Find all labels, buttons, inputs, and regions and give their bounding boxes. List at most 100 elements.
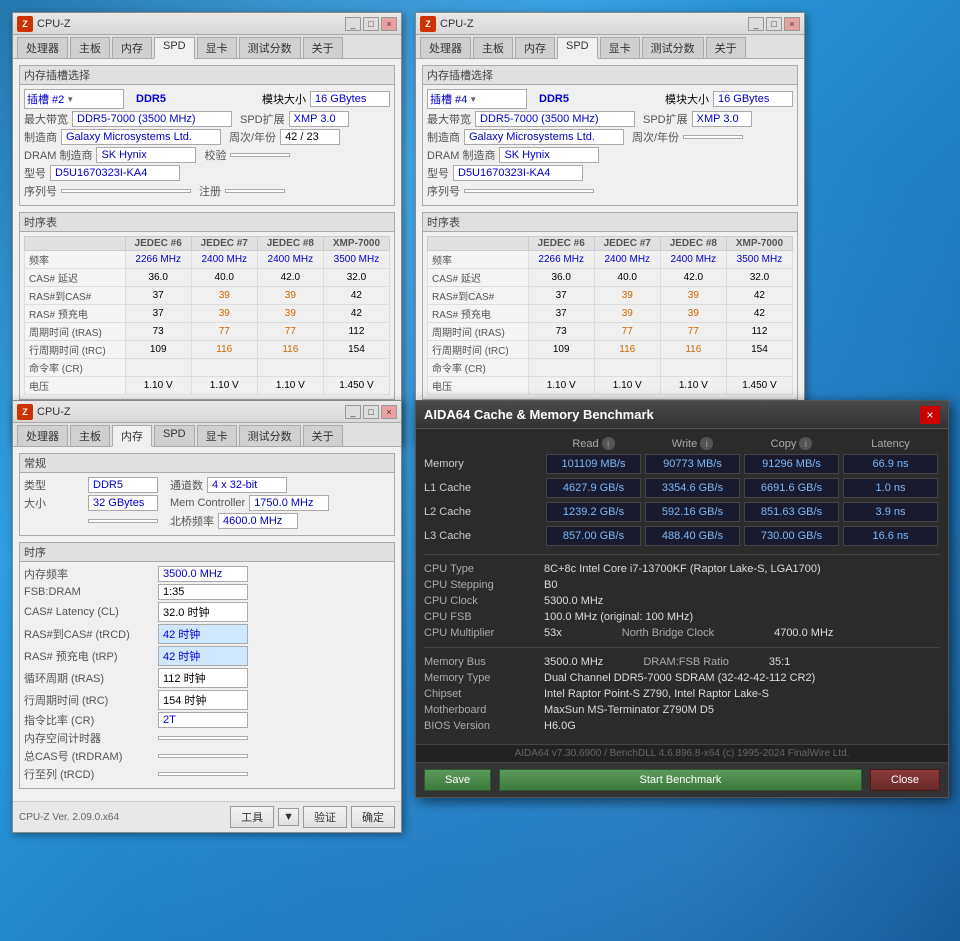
aida64-l1-read: 4627.9 GB/s <box>546 478 641 498</box>
aida64-close-btn[interactable]: Close <box>870 769 940 791</box>
cpuz1-model-row: 型号 D5U1670323I-KA4 <box>24 165 390 181</box>
aida64-l1-copy: 6691.6 GB/s <box>744 478 839 498</box>
cpuz2-slot-select[interactable]: 插槽 #4 ▼ <box>427 89 527 109</box>
cpuz1-slot-content: 插槽 #2 ▼ DDR5 模块大小 16 GBytes 最大带宽 DDR5-70… <box>20 85 394 205</box>
aida64-chipset-row: Chipset Intel Raptor Point-S Z790, Intel… <box>424 688 940 700</box>
aida64-titlebar[interactable]: AIDA64 Cache & Memory Benchmark × <box>416 401 948 429</box>
cpuz2-row-ras: 周期时间 (tRAS) 73 77 77 112 <box>428 323 793 341</box>
cpuz1-tab-gpu[interactable]: 显卡 <box>197 37 237 58</box>
cpuz2-tab-mainboard[interactable]: 主板 <box>473 37 513 58</box>
cpuz1-tab-spd[interactable]: SPD <box>154 37 195 59</box>
cpuz1-maximize[interactable]: □ <box>363 17 379 31</box>
write-info-icon[interactable]: i <box>700 437 713 450</box>
aida64-mobo-value: MaxSun MS-Terminator Z790M D5 <box>544 704 940 716</box>
cpuz2-slot-section: 内存插槽选择 插槽 #4 ▼ DDR5 模块大小 16 GBytes 最大带宽 … <box>422 65 798 206</box>
cpuz3-tab-spd[interactable]: SPD <box>154 425 195 446</box>
cpuz1-minimize[interactable]: _ <box>345 17 361 31</box>
cpuz2-maximize[interactable]: □ <box>766 17 782 31</box>
aida64-save-btn[interactable]: Save <box>424 769 491 791</box>
cpuz3-tools-btn[interactable]: 工具 <box>230 806 274 828</box>
cpuz3-ras-label: 循环周期 (tRAS) <box>24 670 154 686</box>
cpuz3-mfreq-value: 3500.0 MHz <box>158 566 248 582</box>
aida64-l2-label: L2 Cache <box>424 506 544 518</box>
read-info-icon[interactable]: i <box>602 437 615 450</box>
cpuz1-window-controls: _ □ × <box>345 17 397 31</box>
cpuz3-tab-about[interactable]: 关于 <box>303 425 343 446</box>
cpuz3-cr-label: 指令比率 (CR) <box>24 712 154 728</box>
cpuz2-tab-memory[interactable]: 内存 <box>515 37 555 58</box>
cpuz1-weeks-label: 周次/年份 <box>229 129 276 145</box>
cpuz2-tab-processor[interactable]: 处理器 <box>420 37 471 58</box>
cpuz1-tabs: 处理器 主板 内存 SPD 显卡 测试分数 关于 <box>13 35 401 59</box>
cpuz3-size-value: 32 GBytes <box>88 495 158 511</box>
aida64-memory-read: 101109 MB/s <box>546 454 641 474</box>
cpuz1-titlebar[interactable]: Z CPU-Z _ □ × <box>13 13 401 35</box>
cpuz3-mc-value: 1750.0 MHz <box>249 495 329 511</box>
aida64-title: AIDA64 Cache & Memory Benchmark <box>424 407 920 422</box>
cpuz3-northbridge-label: 北桥频率 <box>170 513 214 529</box>
cpuz1-tab-memory[interactable]: 内存 <box>112 37 152 58</box>
cpuz2-timing-title: 时序表 <box>423 213 797 232</box>
cpuz1-tab-bench[interactable]: 测试分数 <box>239 37 301 58</box>
cpuz3-titlebar[interactable]: Z CPU-Z _ □ × <box>13 401 401 423</box>
cpuz3-tab-bench[interactable]: 测试分数 <box>239 425 301 446</box>
aida64-window: AIDA64 Cache & Memory Benchmark × Read i… <box>415 400 949 798</box>
aida64-cpu-type-row: CPU Type 8C+8c Intel Core i7-13700KF (Ra… <box>424 563 940 575</box>
aida64-dram-ratio-label: DRAM:FSB Ratio <box>643 656 729 668</box>
aida64-cpu-mult-row: CPU Multiplier 53x North Bridge Clock 47… <box>424 627 940 639</box>
aida64-l3-latency-cell: 16.6 ns <box>843 526 938 546</box>
aida64-chipset-label: Chipset <box>424 688 544 700</box>
aida64-memory-latency: 66.9 ns <box>843 454 938 474</box>
cpuz1-tab-mainboard[interactable]: 主板 <box>70 37 110 58</box>
cpuz1-tab-processor[interactable]: 处理器 <box>17 37 68 58</box>
cpuz3-rcd-value: 42 时钟 <box>158 624 248 644</box>
cpuz2-tab-gpu[interactable]: 显卡 <box>600 37 640 58</box>
aida64-l1-latency: 1.0 ns <box>843 478 938 498</box>
cpuz1-tab-about[interactable]: 关于 <box>303 37 343 58</box>
aida64-separator <box>424 554 940 555</box>
cpuz1-slot-select[interactable]: 插槽 #2 ▼ <box>24 89 124 109</box>
aida64-l3-copy: 730.00 GB/s <box>744 526 839 546</box>
cpuz1-row-freq: 频率 2266 MHz 2400 MHz 2400 MHz 3500 MHz <box>25 251 390 269</box>
cpuz3-tab-memory[interactable]: 内存 <box>112 425 152 447</box>
cpuz3-verify-btn[interactable]: 验证 <box>303 806 347 828</box>
aida64-memtype-value: Dual Channel DDR5-7000 SDRAM (32-42-42-1… <box>544 672 940 684</box>
aida64-benchmark-btn[interactable]: Start Benchmark <box>499 769 862 791</box>
cpuz1-th-empty <box>25 237 126 251</box>
aida64-cpu-stepping-label: CPU Stepping <box>424 579 544 591</box>
cpuz3-totalcas-label: 总CAS号 (tRDRAM) <box>24 748 154 764</box>
cpuz2-model-value: D5U1670323I-KA4 <box>453 165 583 181</box>
cpuz2-minimize[interactable]: _ <box>748 17 764 31</box>
cpuz2-serial-value <box>464 189 594 193</box>
aida64-chipset-value: Intel Raptor Point-S Z790, Intel Raptor … <box>544 688 940 700</box>
cpuz2-tab-spd[interactable]: SPD <box>557 37 598 59</box>
cpuz1-row-volt: 电压 1.10 V 1.10 V 1.10 V 1.450 V <box>25 377 390 395</box>
aida64-cpu-stepping-value: B0 <box>544 579 940 591</box>
cpuz1-bw-row: 最大带宽 DDR5-7000 (3500 MHz) SPD扩展 XMP 3.0 <box>24 111 390 127</box>
aida64-memory-copy: 91296 MB/s <box>744 454 839 474</box>
copy-info-icon[interactable]: i <box>799 437 812 450</box>
aida64-l3-label: L3 Cache <box>424 530 544 542</box>
cpuz3-cr-row: 指令比率 (CR) 2T <box>24 712 390 728</box>
cpuz3-minimize[interactable]: _ <box>345 405 361 419</box>
cpuz3-tab-gpu[interactable]: 显卡 <box>197 425 237 446</box>
cpuz3-cr-value: 2T <box>158 712 248 728</box>
cpuz2-tab-bench[interactable]: 测试分数 <box>642 37 704 58</box>
cpuz3-tab-processor[interactable]: 处理器 <box>17 425 68 446</box>
cpuz3-nb-row: 北桥频率 4600.0 MHz <box>24 513 390 529</box>
cpuz1-close[interactable]: × <box>381 17 397 31</box>
cpuz2-tab-about[interactable]: 关于 <box>706 37 746 58</box>
cpuz3-rp-label: RAS# 预充电 (tRP) <box>24 648 154 664</box>
aida64-cpu-fsb-row: CPU FSB 100.0 MHz (original: 100 MHz) <box>424 611 940 623</box>
cpuz3-tab-mainboard[interactable]: 主板 <box>70 425 110 446</box>
cpuz3-confirm-btn[interactable]: 确定 <box>351 806 395 828</box>
cpuz-window-3: Z CPU-Z _ □ × 处理器 主板 内存 SPD 显卡 测试分数 关于 常… <box>12 400 402 833</box>
cpuz3-close[interactable]: × <box>381 405 397 419</box>
aida64-close-x[interactable]: × <box>920 406 940 424</box>
cpuz3-maximize[interactable]: □ <box>363 405 379 419</box>
cpuz2-close[interactable]: × <box>784 17 800 31</box>
cpuz2-titlebar[interactable]: Z CPU-Z _ □ × <box>416 13 804 35</box>
aida64-cpu-clock-row: CPU Clock 5300.0 MHz <box>424 595 940 607</box>
aida64-nb-clock-value: 4700.0 MHz <box>774 627 833 639</box>
cpuz3-tools-dropdown[interactable]: ▼ <box>278 808 299 826</box>
